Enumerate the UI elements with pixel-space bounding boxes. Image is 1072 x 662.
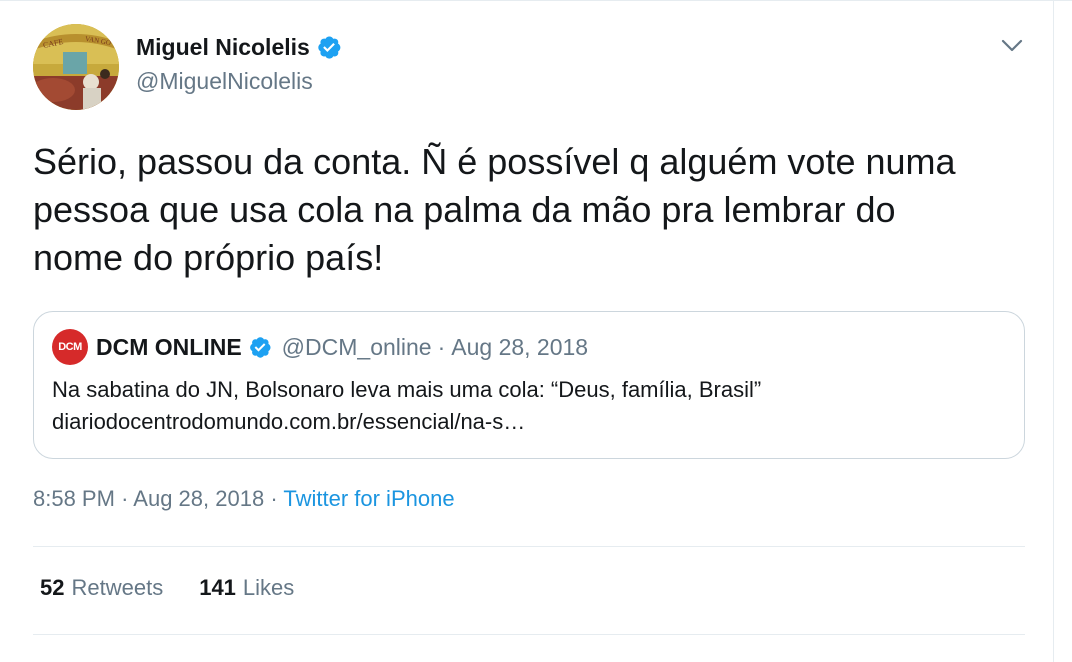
retweets-count: 52 xyxy=(40,575,65,600)
quoted-author-handle[interactable]: @DCM_online xyxy=(282,334,432,361)
retweets-stat[interactable]: 52 Retweets xyxy=(40,575,163,601)
tweet-meta: 8:58 PM · Aug 28, 2018 · Twitter for iPh… xyxy=(33,486,455,512)
top-border xyxy=(0,0,1072,1)
tweet-time[interactable]: 8:58 PM xyxy=(33,486,115,511)
divider xyxy=(33,546,1025,547)
author-display-name[interactable]: Miguel Nicolelis xyxy=(136,34,310,61)
author-handle[interactable]: @MiguelNicolelis xyxy=(136,68,313,95)
quoted-tweet-link[interactable]: diariodocentrodomundo.com.br/essencial/n… xyxy=(52,406,1002,438)
separator-dot: · xyxy=(121,486,134,511)
likes-label: Likes xyxy=(242,575,295,600)
tweet-container: CAFE VAN GO Miguel Nicolelis @MiguelNico… xyxy=(0,0,1072,662)
avatar-photo: CAFE VAN GO xyxy=(33,24,119,110)
verified-badge-icon xyxy=(316,34,342,60)
quoted-tweet-date[interactable]: Aug 28, 2018 xyxy=(451,334,588,361)
separator-dot: · xyxy=(270,486,284,511)
tweet-text: Sério, passou da conta. Ñ é possível q a… xyxy=(33,141,956,278)
tweet-stats: 52 Retweets 141 Likes xyxy=(40,575,330,601)
chevron-down-icon[interactable] xyxy=(1000,34,1024,58)
quoted-author-name[interactable]: DCM ONLINE xyxy=(96,334,242,361)
tweet-date[interactable]: Aug 28, 2018 xyxy=(133,486,264,511)
quoted-tweet-header: DCM DCM ONLINE @DCM_online · Aug 28, 201… xyxy=(52,329,588,365)
verified-badge-icon xyxy=(248,335,272,359)
author-name-row[interactable]: Miguel Nicolelis xyxy=(136,30,342,64)
likes-count: 141 xyxy=(199,575,236,600)
dcm-logo-icon[interactable]: DCM xyxy=(52,329,88,365)
quoted-tweet-text-line: Na sabatina do JN, Bolsonaro leva mais u… xyxy=(52,377,762,402)
avatar[interactable]: CAFE VAN GO xyxy=(33,24,119,110)
divider xyxy=(33,634,1025,635)
retweets-label: Retweets xyxy=(71,575,164,600)
separator-dot: · xyxy=(437,333,446,360)
right-border xyxy=(1053,0,1054,662)
quoted-tweet-card[interactable]: DCM DCM ONLINE @DCM_online · Aug 28, 201… xyxy=(33,311,1025,459)
likes-stat[interactable]: 141 Likes xyxy=(199,575,294,601)
quoted-tweet-text: Na sabatina do JN, Bolsonaro leva mais u… xyxy=(52,374,1002,438)
tweet-source-link[interactable]: Twitter for iPhone xyxy=(283,486,454,511)
